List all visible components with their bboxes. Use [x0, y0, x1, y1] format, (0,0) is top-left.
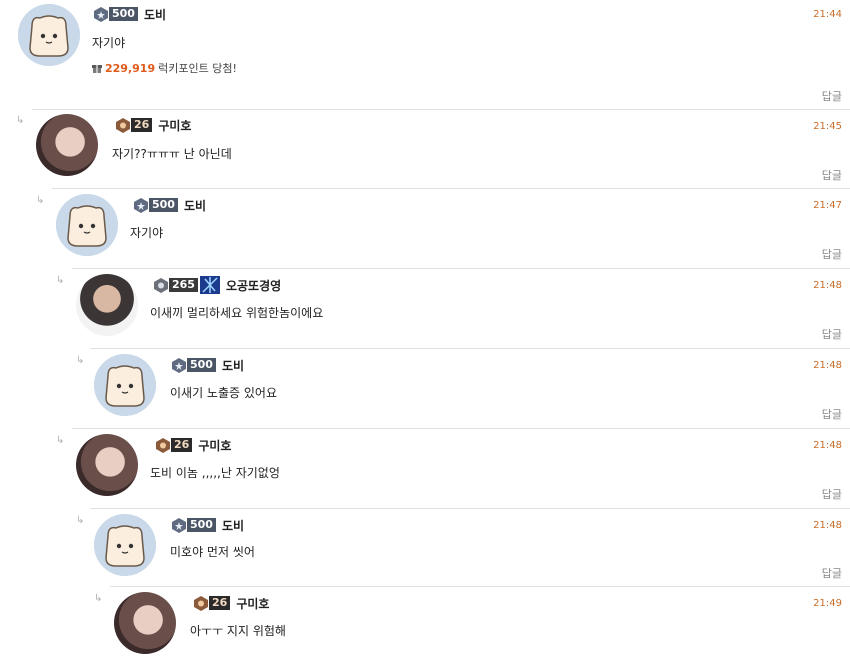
level-badge: 26 — [156, 437, 193, 453]
comment-text: 도비 이놈 ,,,,,난 자기없엉 — [150, 466, 280, 480]
comment-meta: 500 도비 — [172, 357, 244, 373]
comment-text: 미호야 먼저 씻어 — [170, 545, 255, 559]
reply-arrow-icon: ↳ — [76, 515, 85, 526]
level-badge-icon — [194, 595, 208, 611]
avatar[interactable] — [94, 514, 156, 576]
level-badge: 265 — [154, 277, 198, 293]
level-badge: 500 — [172, 517, 216, 533]
comment-meta: 26 구미호 — [156, 437, 231, 453]
reply-button[interactable]: 답글 — [822, 88, 842, 104]
avatar[interactable] — [76, 434, 138, 496]
comment-meta: 265 오공또경영 — [154, 276, 281, 294]
lightning-badge-icon — [199, 276, 220, 294]
level-badge-icon — [172, 517, 186, 533]
nickname[interactable]: 오공또경영 — [226, 277, 281, 294]
avatar[interactable] — [36, 114, 98, 176]
avatar[interactable] — [114, 592, 176, 654]
level-number: 26 — [209, 596, 231, 610]
divider — [110, 586, 850, 587]
divider — [52, 188, 850, 189]
avatar[interactable] — [56, 194, 118, 256]
timestamp: 21:48 — [813, 440, 842, 451]
level-number: 26 — [131, 118, 153, 132]
level-number: 26 — [171, 438, 193, 452]
nickname[interactable]: 도비 — [222, 357, 244, 374]
comment-text: 이새끼 멀리하세요 위험한놈이에요 — [150, 306, 324, 320]
timestamp: 21:48 — [813, 360, 842, 371]
level-badge-icon — [156, 437, 170, 453]
mascot-icon — [56, 194, 118, 256]
divider — [90, 348, 850, 349]
mascot-icon — [94, 354, 156, 416]
divider — [90, 508, 850, 509]
nickname[interactable]: 도비 — [222, 517, 244, 534]
comment-text: 자기??ㅠㅠㅠ 난 아닌데 — [112, 147, 232, 161]
reply-button[interactable]: 답글 — [822, 486, 842, 502]
level-number: 500 — [149, 198, 178, 212]
reply-button[interactable]: 답글 — [822, 565, 842, 581]
timestamp: 21:48 — [813, 280, 842, 291]
comment-meta: 26 구미호 — [116, 117, 191, 133]
level-number: 265 — [169, 278, 198, 292]
level-badge-icon — [116, 117, 130, 133]
avatar[interactable] — [18, 4, 80, 66]
gift-icon — [92, 65, 102, 73]
level-badge-icon — [154, 277, 168, 293]
divider — [72, 268, 850, 269]
comment-text: 이새기 노출증 있어요 — [170, 386, 277, 400]
reply-button[interactable]: 답글 — [822, 246, 842, 262]
timestamp: 21:49 — [813, 598, 842, 609]
timestamp: 21:44 — [813, 9, 842, 20]
lucky-points-label: 럭키포인트 당첨! — [158, 62, 237, 75]
level-badge: 500 — [134, 197, 178, 213]
reply-arrow-icon: ↳ — [56, 435, 65, 446]
nickname[interactable]: 구미호 — [236, 595, 269, 612]
comment-text: 자기야 — [130, 226, 164, 240]
comment-meta: 500 도비 — [172, 517, 244, 533]
timestamp: 21:45 — [813, 121, 842, 132]
comment-text: 자기야 — [92, 36, 126, 50]
level-badge-icon — [134, 197, 148, 213]
lucky-points-value: 229,919 — [105, 61, 156, 75]
divider — [32, 109, 850, 110]
reply-arrow-icon: ↳ — [76, 355, 85, 366]
reply-button[interactable]: 답글 — [822, 326, 842, 342]
comment-meta: 500 도비 — [94, 6, 166, 22]
mascot-icon — [94, 514, 156, 576]
comment-meta: 26 구미호 — [194, 595, 269, 611]
avatar[interactable] — [94, 354, 156, 416]
level-badge: 500 — [94, 6, 138, 22]
lucky-points: 229,919 럭키포인트 당첨! — [92, 60, 237, 76]
reply-arrow-icon: ↳ — [56, 275, 65, 286]
nickname[interactable]: 구미호 — [158, 117, 191, 134]
nickname[interactable]: 도비 — [144, 6, 166, 23]
nickname[interactable]: 구미호 — [198, 437, 231, 454]
reply-button[interactable]: 답글 — [822, 406, 842, 422]
mascot-icon — [18, 4, 80, 66]
timestamp: 21:48 — [813, 520, 842, 531]
timestamp: 21:47 — [813, 200, 842, 211]
comment-meta: 500 도비 — [134, 197, 206, 213]
level-badge-icon — [172, 357, 186, 373]
level-badge: 500 — [172, 357, 216, 373]
reply-arrow-icon: ↳ — [36, 195, 45, 206]
level-badge: 26 — [194, 595, 231, 611]
reply-arrow-icon: ↳ — [94, 593, 103, 604]
divider — [72, 428, 850, 429]
level-number: 500 — [187, 518, 216, 532]
level-number: 500 — [109, 7, 138, 21]
level-badge-icon — [94, 6, 108, 22]
avatar[interactable] — [76, 274, 138, 336]
reply-arrow-icon: ↳ — [16, 115, 25, 126]
nickname[interactable]: 도비 — [184, 197, 206, 214]
comment-text: 아ㅜㅜ 지지 위험해 — [190, 624, 286, 638]
level-badge: 26 — [116, 117, 153, 133]
level-number: 500 — [187, 358, 216, 372]
reply-button[interactable]: 답글 — [822, 167, 842, 183]
